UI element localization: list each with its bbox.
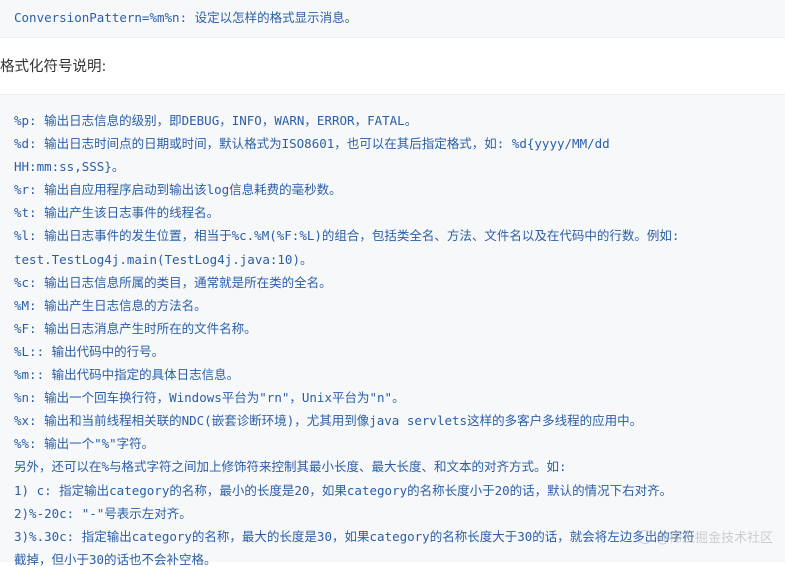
code-line: %d: 输出日志时间点的日期或时间，默认格式为ISO8601，也可以在其后指定格… <box>14 136 610 152</box>
code-line: 2)%-20c: "-"号表示左对齐。 <box>14 505 192 521</box>
code-line: %n: 输出一个回车换行符，Windows平台为"rn"，Unix平台为"n"。 <box>14 390 405 406</box>
conversion-pattern-line: ConversionPattern=%m%n: 设定以怎样的格式显示消息。 <box>14 10 358 25</box>
logo-icon <box>637 529 652 544</box>
code-line: test.TestLog4j.main(TestLog4j.java:10)。 <box>14 251 313 267</box>
code-line: %L:: 输出代码中的行号。 <box>14 343 165 359</box>
code-line: %t: 输出产生该日志事件的线程名。 <box>14 205 220 221</box>
watermark-text: @稀土掘金技术社区 <box>655 531 773 546</box>
code-line: 1) c: 指定输出category的名称，最小的长度是20，如果categor… <box>14 482 673 498</box>
section-heading: 格式化符号说明: <box>0 59 107 75</box>
code-line: %l: 输出日志事件的发生位置，相当于%c.%M(%F:%L)的组合，包括类全名… <box>14 228 680 244</box>
code-line: %%: 输出一个"%"字符。 <box>14 436 155 452</box>
format-symbols-code-block: %p: 输出日志信息的级别，即DEBUG，INFO，WARN，ERROR，FAT… <box>0 94 785 567</box>
code-line: %m:: 输出代码中指定的具体日志信息。 <box>14 367 240 383</box>
top-code-block: ConversionPattern=%m%n: 设定以怎样的格式显示消息。 <box>0 0 785 38</box>
code-line: %c: 输出日志信息所属的类目，通常就是所在类的全名。 <box>14 274 332 290</box>
code-line: %M: 输出产生日志信息的方法名。 <box>14 297 207 313</box>
code-line: HH:mm:ss,SSS}。 <box>14 159 125 175</box>
code-line: %F: 输出日志消息产生时所在的文件名称。 <box>14 320 257 336</box>
code-line: %x: 输出和当前线程相关联的NDC(嵌套诊断环境)，尤其用到像java ser… <box>14 413 643 429</box>
code-line: %r: 输出自应用程序启动到输出该log信息耗费的毫秒数。 <box>14 182 342 198</box>
code-line: 截掉，但小于30的话也不会补空格。 <box>14 551 217 567</box>
watermark: @稀土掘金技术社区 <box>637 527 773 546</box>
code-line: 另外，还可以在%与格式字符之间加上修饰符来控制其最小长度、最大长度、和文本的对齐… <box>14 459 567 475</box>
code-line: %p: 输出日志信息的级别，即DEBUG，INFO，WARN，ERROR，FAT… <box>14 113 418 128</box>
